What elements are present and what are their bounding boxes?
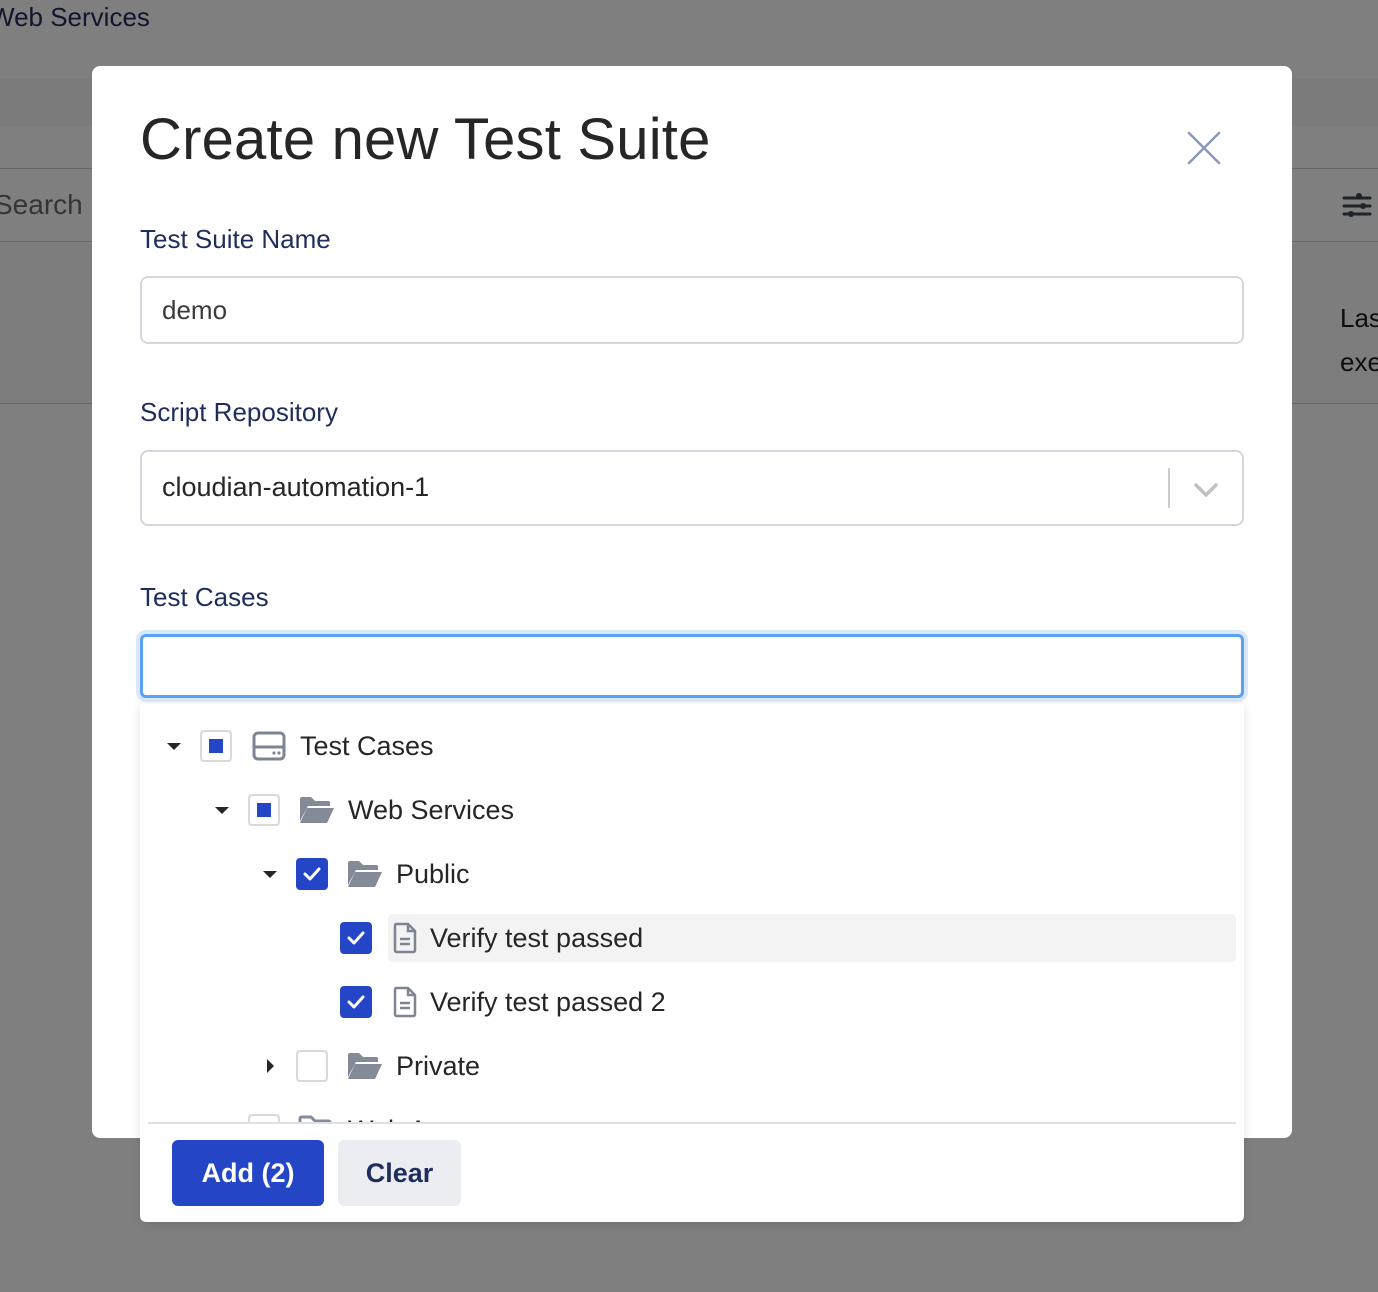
tree-node-verify-test-passed[interactable]: Verify test passed xyxy=(324,914,643,962)
script-repository-label: Script Repository xyxy=(140,397,338,427)
tree-node-web-services[interactable]: Web Services xyxy=(212,786,514,834)
caret-down-icon[interactable] xyxy=(212,800,232,820)
test-case-tree: Test Cases Web Services Public Verify te… xyxy=(140,704,1244,1122)
tree-node-label: Web Services xyxy=(348,794,515,825)
tree-node-public[interactable]: Public xyxy=(260,850,470,898)
test-suite-name-label: Test Suite Name xyxy=(140,224,331,254)
tree-node-private[interactable]: Private xyxy=(260,1042,480,1090)
tree-node-label: Public xyxy=(396,858,470,889)
tree-node-test-cases[interactable]: Test Cases xyxy=(164,722,434,770)
file-icon xyxy=(392,922,418,954)
file-icon xyxy=(392,986,418,1018)
tree-node-label: Verify test passed xyxy=(430,922,644,953)
test-cases-dropdown: Test Cases Web Services Public Verify te… xyxy=(140,704,1244,1222)
tree-checkbox-partial[interactable] xyxy=(200,730,232,762)
tree-node-label: Web A... xyxy=(348,1115,450,1123)
tree-node-verify-test-passed-2[interactable]: Verify test passed 2 xyxy=(324,978,666,1026)
folder-open-icon xyxy=(346,858,384,890)
footer-divider xyxy=(148,1122,1236,1124)
tree-node-label: Verify test passed 2 xyxy=(430,986,666,1017)
tree-checkbox-checked[interactable] xyxy=(296,858,328,890)
tree-checkbox-unchecked[interactable] xyxy=(296,1050,328,1082)
close-icon[interactable] xyxy=(1184,128,1224,168)
caret-right-icon[interactable] xyxy=(260,1056,280,1076)
clear-button[interactable]: Clear xyxy=(338,1140,461,1206)
test-cases-label: Test Cases xyxy=(140,582,269,612)
folder-open-icon xyxy=(298,1114,336,1122)
tree-checkbox-checked[interactable] xyxy=(340,986,372,1018)
caret-down-icon[interactable] xyxy=(164,736,184,756)
test-suite-name-input[interactable] xyxy=(140,276,1244,344)
tree-checkbox-partial[interactable] xyxy=(248,794,280,826)
tree-checkbox-checked[interactable] xyxy=(340,922,372,954)
modal-title: Create new Test Suite xyxy=(140,107,711,172)
folder-open-icon xyxy=(346,1050,384,1082)
tree-checkbox-unchecked[interactable] xyxy=(248,1114,280,1122)
folder-open-icon xyxy=(298,794,336,826)
chevron-down-icon[interactable] xyxy=(1192,476,1220,504)
add-button[interactable]: Add (2) xyxy=(172,1140,324,1206)
script-repository-select[interactable]: cloudian-automation-1 xyxy=(140,450,1244,526)
tree-node-label: Test Cases xyxy=(300,730,434,761)
select-separator xyxy=(1168,468,1170,508)
script-repository-value: cloudian-automation-1 xyxy=(162,472,430,502)
tree-node-label: Private xyxy=(396,1050,481,1081)
test-cases-search-input[interactable] xyxy=(140,634,1244,698)
tree-node-clipped[interactable]: Web A... xyxy=(212,1106,450,1122)
repository-icon xyxy=(250,730,288,762)
caret-down-icon[interactable] xyxy=(260,864,280,884)
